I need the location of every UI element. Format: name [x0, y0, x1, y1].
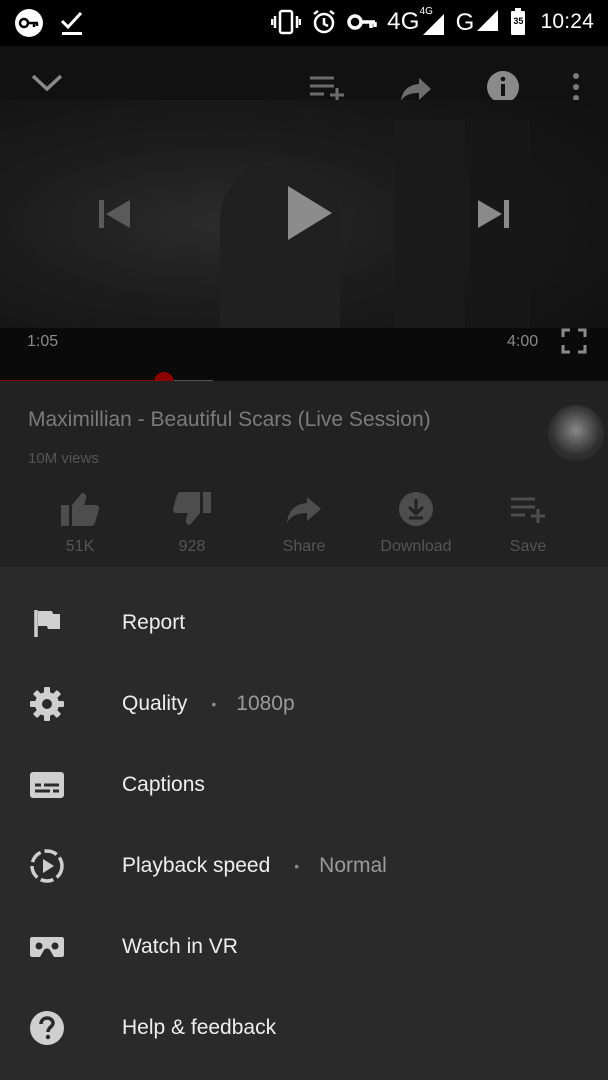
- menu-item-help-feedback[interactable]: Help & feedback: [0, 987, 608, 1068]
- menu-label-report: Report: [122, 610, 186, 634]
- thumbs-up-icon: [60, 491, 100, 532]
- dislike-count: 928: [178, 538, 206, 555]
- alarm-icon: [311, 9, 337, 35]
- menu-item-quality[interactable]: Quality • 1080p: [0, 663, 608, 744]
- gear-icon: [28, 685, 66, 723]
- like-count: 51K: [65, 538, 95, 555]
- network-type-g: G: [455, 8, 475, 36]
- previous-track-icon[interactable]: [98, 198, 132, 235]
- add-to-playlist-icon: [509, 491, 547, 532]
- vibrate-icon: [271, 9, 302, 35]
- download-button[interactable]: Download: [360, 491, 472, 561]
- menu-item-playback-speed[interactable]: Playback speed • Normal: [0, 825, 608, 906]
- menu-item-report[interactable]: Report: [0, 582, 608, 663]
- video-info: Maximillian - Beautiful Scars (Live Sess…: [0, 381, 608, 567]
- battery-icon: 35: [510, 8, 526, 36]
- download-icon: [398, 491, 434, 532]
- help-icon: [28, 1009, 66, 1047]
- network-type-4g: 4G: [387, 8, 420, 35]
- video-title[interactable]: Maximillian - Beautiful Scars (Live Sess…: [28, 408, 431, 432]
- dislike-button[interactable]: 928: [136, 491, 248, 561]
- signal-icon-2: [474, 8, 500, 37]
- battery-level: 35: [513, 16, 524, 26]
- menu-label-captions: Captions: [122, 772, 205, 796]
- vpn-key-icon: [14, 8, 44, 38]
- captions-icon: [28, 766, 66, 804]
- save-button[interactable]: Save: [472, 491, 584, 561]
- video-views: 10M views: [28, 450, 99, 467]
- menu-label-watch-vr: Watch in VR: [122, 934, 238, 958]
- elapsed-time: 1:05: [27, 333, 59, 350]
- video-player[interactable]: 1:05 4:00: [0, 46, 608, 392]
- save-label: Save: [509, 538, 547, 555]
- status-bar: 4G 4G G 35 10:24: [0, 0, 608, 46]
- menu-label-help-feedback: Help & feedback: [122, 1015, 277, 1039]
- share-button[interactable]: Share: [248, 491, 360, 561]
- quality-value: 1080p: [236, 691, 295, 715]
- menu-item-watch-vr[interactable]: Watch in VR: [0, 906, 608, 987]
- menu-label-playback-speed: Playback speed: [122, 853, 271, 877]
- share-icon: [285, 491, 323, 532]
- menu-item-captions[interactable]: Captions: [0, 744, 608, 825]
- separator-dot: •: [211, 695, 217, 712]
- check-icon: [60, 10, 84, 36]
- play-icon[interactable]: [286, 184, 334, 247]
- action-bar: 51K 928 Share Download Save: [24, 491, 584, 561]
- fullscreen-icon[interactable]: [561, 328, 587, 359]
- separator-dot: •: [294, 857, 300, 874]
- minimize-chevron-icon[interactable]: [30, 72, 64, 99]
- options-sheet: Report Quality • 1080p Captions Playback…: [0, 567, 608, 1080]
- playback-speed-icon: [28, 847, 66, 885]
- duration-time: 4:00: [507, 333, 539, 350]
- share-label: Share: [282, 538, 326, 555]
- download-label: Download: [380, 538, 452, 555]
- channel-avatar[interactable]: [548, 405, 604, 461]
- playback-speed-value: Normal: [319, 853, 387, 877]
- signal-icon: 4G: [420, 6, 446, 36]
- vr-headset-icon: [28, 928, 66, 966]
- status-time: 10:24: [540, 10, 594, 33]
- like-button[interactable]: 51K: [24, 491, 136, 561]
- key-icon: [347, 12, 377, 32]
- next-track-icon[interactable]: [476, 198, 510, 235]
- thumbs-down-icon: [172, 491, 212, 532]
- menu-label-quality: Quality: [122, 691, 188, 715]
- flag-icon: [28, 604, 66, 642]
